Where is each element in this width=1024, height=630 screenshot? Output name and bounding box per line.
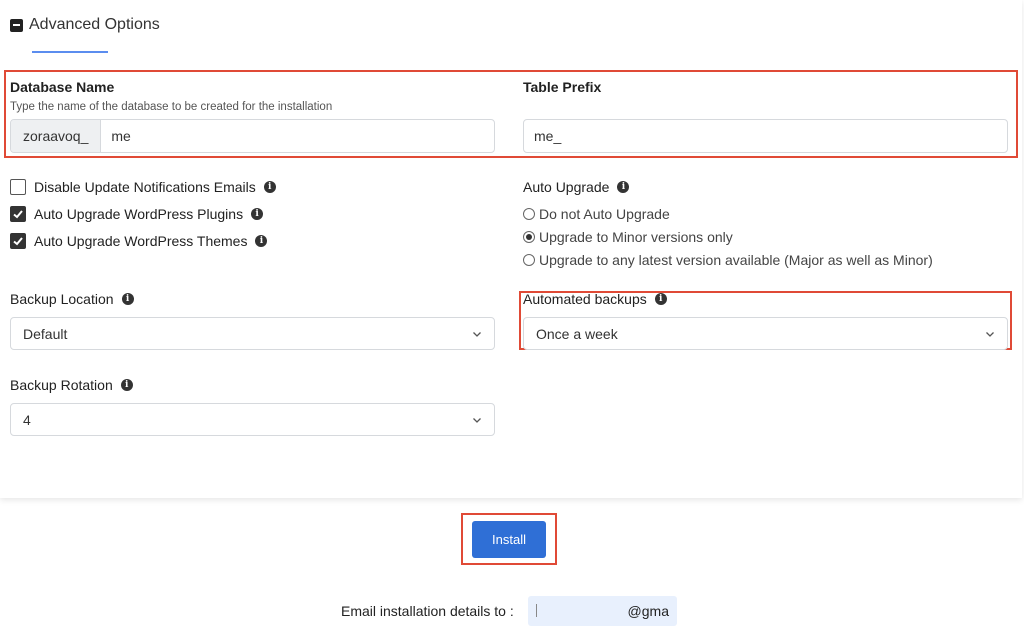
auto-upgrade-plugins-label: Auto Upgrade WordPress Plugins	[34, 206, 244, 222]
disable-update-emails-label: Disable Update Notifications Emails	[34, 179, 256, 195]
radio-minor-versions[interactable]: Upgrade to Minor versions only	[523, 229, 733, 245]
section-underline	[32, 51, 108, 53]
backup-location-heading: Backup Location i	[10, 291, 134, 307]
email-value: @gma	[627, 603, 669, 619]
install-button[interactable]: Install	[472, 521, 546, 558]
backup-location-label: Backup Location	[10, 291, 114, 307]
backup-rotation-value: 4	[23, 411, 31, 428]
auto-upgrade-label: Auto Upgrade	[523, 179, 610, 195]
backup-rotation-label: Backup Rotation	[10, 377, 113, 393]
advanced-options-toggle[interactable]: Advanced Options	[10, 16, 160, 34]
info-icon[interactable]: i	[121, 293, 134, 305]
table-prefix-label: Table Prefix	[523, 79, 602, 95]
chevron-down-icon	[473, 331, 481, 337]
automated-backups-label: Automated backups	[523, 291, 647, 307]
info-icon[interactable]: i	[251, 208, 264, 220]
radio-button[interactable]	[523, 231, 535, 243]
advanced-options-title: Advanced Options	[29, 16, 160, 33]
database-name-input[interactable]: me	[101, 120, 494, 152]
email-details-label: Email installation details to :	[341, 603, 514, 619]
radio-label: Upgrade to any latest version available …	[539, 252, 933, 268]
radio-button[interactable]	[523, 254, 535, 266]
database-name-help: Type the name of the database to be crea…	[10, 101, 333, 113]
auto-upgrade-plugins-checkbox[interactable]	[10, 206, 26, 222]
table-prefix-input[interactable]: me_	[523, 119, 1008, 153]
chevron-down-icon	[986, 331, 994, 337]
advanced-options-panel: Advanced Options Database Name Type the …	[0, 0, 1022, 498]
database-name-field[interactable]: zoraavoq_ me	[10, 119, 495, 153]
chevron-down-icon	[473, 417, 481, 423]
auto-upgrade-themes-checkbox[interactable]	[10, 233, 26, 249]
disable-update-emails-checkbox[interactable]	[10, 179, 26, 195]
auto-upgrade-heading: Auto Upgrade i	[523, 179, 630, 195]
info-icon[interactable]: i	[120, 379, 133, 391]
backup-rotation-heading: Backup Rotation i	[10, 377, 133, 393]
radio-label: Upgrade to Minor versions only	[539, 229, 733, 245]
backup-location-value: Default	[23, 325, 68, 342]
auto-upgrade-themes-label: Auto Upgrade WordPress Themes	[34, 233, 248, 249]
auto-upgrade-plugins-row[interactable]: Auto Upgrade WordPress Plugins i	[10, 206, 264, 222]
backup-location-select[interactable]: Default	[10, 317, 495, 350]
info-icon[interactable]: i	[617, 181, 630, 193]
radio-label: Do not Auto Upgrade	[539, 206, 670, 222]
email-input[interactable]: @gma	[528, 596, 677, 626]
text-cursor	[536, 604, 537, 617]
disable-update-emails-row[interactable]: Disable Update Notifications Emails i	[10, 179, 276, 195]
radio-button[interactable]	[523, 208, 535, 220]
collapse-icon[interactable]	[10, 18, 23, 32]
radio-no-auto-upgrade[interactable]: Do not Auto Upgrade	[523, 206, 670, 222]
automated-backups-heading: Automated backups i	[523, 291, 667, 307]
automated-backups-select[interactable]: Once a week	[523, 317, 1008, 350]
info-icon[interactable]: i	[263, 181, 276, 193]
info-icon[interactable]: i	[654, 293, 667, 305]
database-name-label: Database Name	[10, 79, 115, 95]
backup-rotation-select[interactable]: 4	[10, 403, 495, 436]
automated-backups-value: Once a week	[536, 325, 618, 342]
database-prefix-addon: zoraavoq_	[11, 120, 102, 152]
radio-latest-version[interactable]: Upgrade to any latest version available …	[523, 252, 933, 268]
info-icon[interactable]: i	[255, 235, 268, 247]
auto-upgrade-themes-row[interactable]: Auto Upgrade WordPress Themes i	[10, 233, 268, 249]
